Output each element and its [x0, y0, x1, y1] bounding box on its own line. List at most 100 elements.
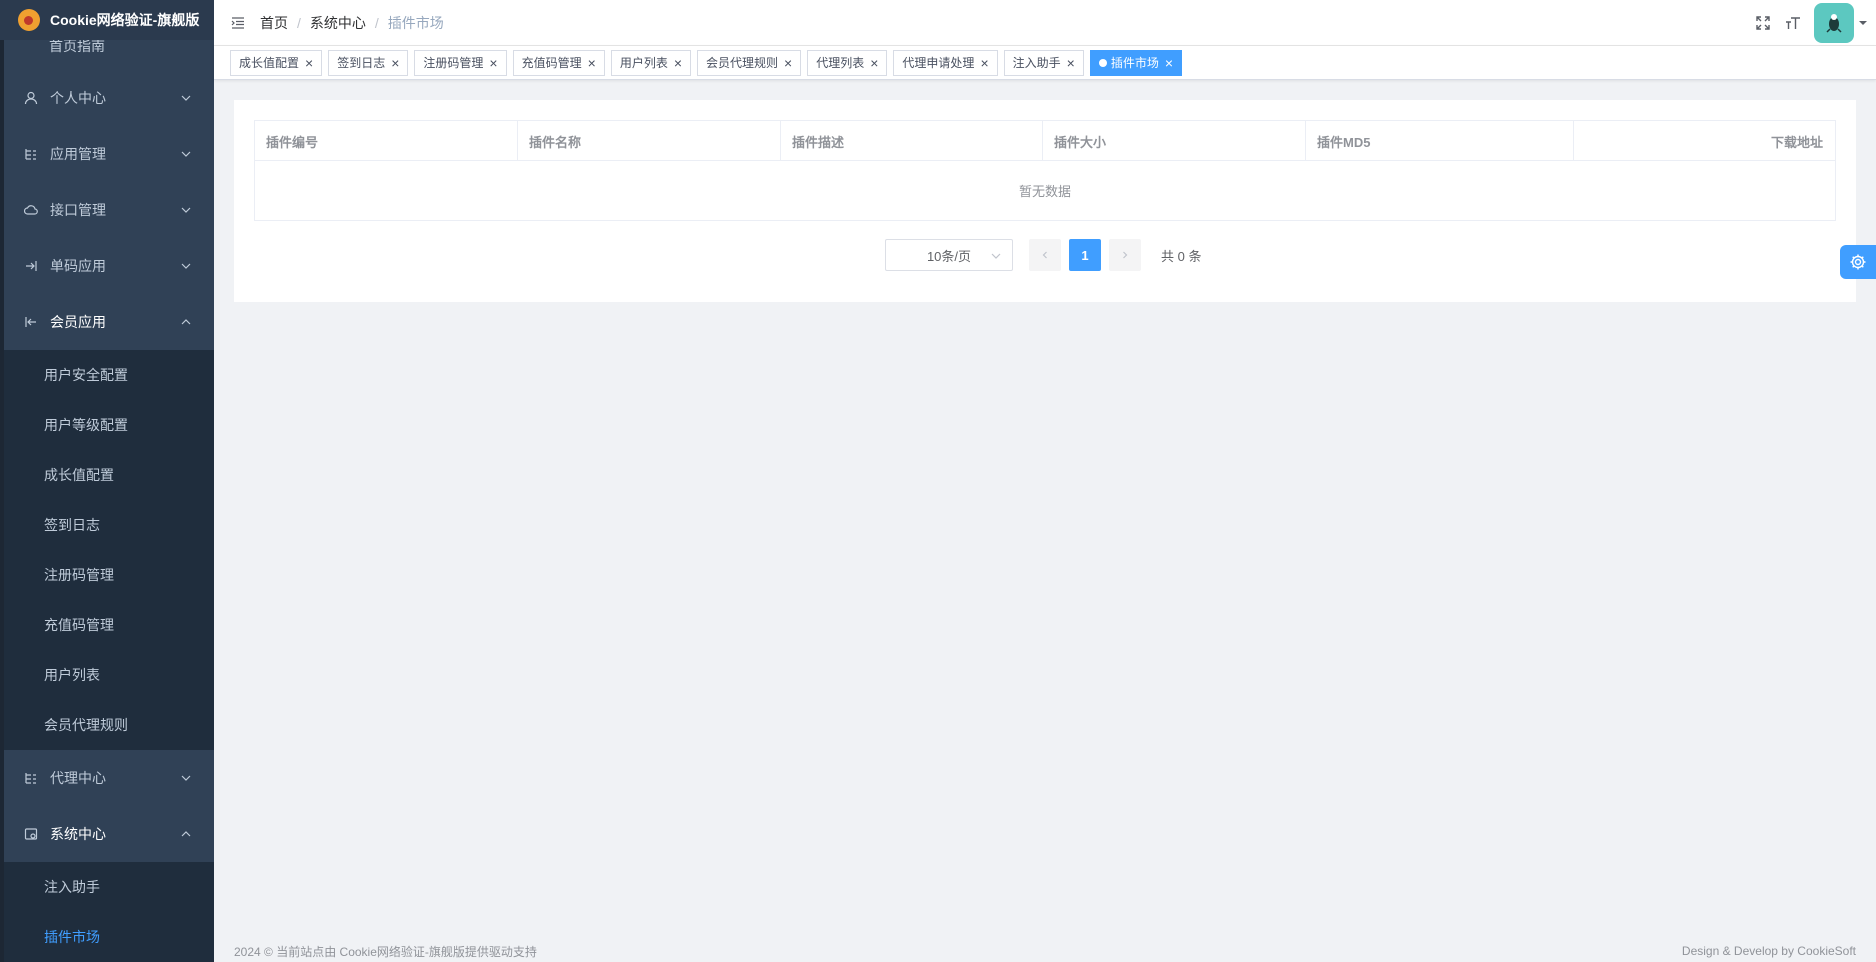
sidebar-item-agent-rules[interactable]: 会员代理规则	[0, 700, 214, 750]
plugin-table: 插件编号 插件名称 插件描述 插件大小 插件MD5 下载地址 暂无数据	[254, 120, 1836, 221]
sidebar-item-recharge-code[interactable]: 充值码管理	[0, 600, 214, 650]
tag-label: 会员代理规则	[706, 56, 779, 70]
tag-inject-helper[interactable]: 注入助手 ×	[1003, 49, 1084, 76]
column-header: 插件名称	[518, 121, 781, 161]
table-header: 插件编号 插件名称 插件描述 插件大小 插件MD5 下载地址	[255, 121, 1835, 161]
close-icon[interactable]: ×	[588, 56, 596, 70]
sidebar-item-label: 接口管理	[50, 202, 106, 218]
sidebar-item-user-list[interactable]: 用户列表	[0, 650, 214, 700]
tag-label: 注册码管理	[423, 56, 484, 70]
column-header: 插件编号	[255, 121, 518, 161]
system-submenu: 注入助手 插件市场	[0, 862, 214, 962]
tag-checkin-log[interactable]: 签到日志 ×	[328, 49, 409, 76]
brand[interactable]: Cookie网络验证-旗舰版	[0, 0, 214, 40]
sidebar-item-inject-helper[interactable]: 注入助手	[0, 862, 214, 912]
close-icon[interactable]: ×	[1067, 56, 1075, 70]
column-header: 插件MD5	[1306, 121, 1574, 161]
empty-state: 暂无数据	[1018, 184, 1071, 199]
footer: 2024 © 当前站点由 Cookie网络验证-旗舰版提供驱动支持 Design…	[214, 940, 1876, 962]
tag-user-list[interactable]: 用户列表 ×	[610, 49, 692, 76]
settings-button[interactable]	[1840, 245, 1876, 279]
column-header: 插件描述	[781, 121, 1043, 161]
exit-icon	[25, 317, 36, 327]
cloud-icon	[24, 205, 38, 215]
fullscreen-icon[interactable]	[1754, 14, 1772, 32]
tree-icon	[25, 149, 36, 160]
chevron-down-icon	[181, 151, 191, 157]
app-title: Cookie网络验证-旗舰版	[50, 12, 200, 28]
tag-agent-list[interactable]: 代理列表 ×	[807, 49, 888, 76]
sidebar-edge	[0, 0, 4, 962]
avatar[interactable]	[1814, 3, 1854, 43]
pagination-controls: 10条/页 1 共 0 条	[885, 239, 1201, 271]
enter-icon	[26, 261, 37, 271]
breadcrumb-home[interactable]: 首页	[260, 13, 288, 33]
footer-credit: Design & Develop by CookieSoft	[1681, 944, 1856, 958]
page-size-value: 10条/页	[926, 248, 972, 264]
close-icon[interactable]: ×	[1165, 56, 1173, 70]
next-page-button[interactable]	[1109, 239, 1141, 271]
sidebar-item-plugin-market[interactable]: 插件市场	[0, 912, 214, 962]
tag-recharge-code[interactable]: 充值码管理 ×	[512, 49, 605, 76]
chevron-left-icon	[1042, 251, 1047, 259]
caret-down-icon[interactable]	[1858, 18, 1868, 28]
tag-label: 注入助手	[1012, 56, 1061, 70]
sidebar-item-label: 首页指南	[49, 40, 105, 54]
close-icon[interactable]: ×	[784, 56, 792, 70]
tag-growth[interactable]: 成长值配置 ×	[230, 49, 323, 76]
breadcrumb-current: 插件市场	[387, 14, 444, 31]
close-icon[interactable]: ×	[870, 56, 878, 70]
system-icon	[24, 828, 38, 840]
sidebar-item-personal-center[interactable]: 个人中心	[0, 70, 214, 126]
breadcrumb-separator: /	[374, 14, 379, 31]
column-header: 插件大小	[1043, 121, 1306, 161]
tag-agent-rules[interactable]: 会员代理规则 ×	[697, 49, 802, 76]
close-icon[interactable]: ×	[980, 56, 988, 70]
sidebar-item-checkin-log[interactable]: 签到日志	[0, 500, 214, 550]
active-dot-icon	[1098, 58, 1107, 67]
gear-icon	[1850, 254, 1866, 270]
tag-label: 代理申请处理	[902, 56, 975, 70]
sidebar-item-growth[interactable]: 成长值配置	[0, 450, 214, 500]
sidebar-item-reg-code[interactable]: 注册码管理	[0, 550, 214, 600]
close-icon[interactable]: ×	[391, 56, 399, 70]
sidebar-item-label: 会员应用	[50, 314, 106, 330]
sidebar-item-user-level[interactable]: 用户等级配置	[0, 400, 214, 450]
sidebar-item-system-center[interactable]: 系统中心	[0, 806, 214, 862]
sidebar-item-single-code[interactable]: 单码应用	[0, 238, 214, 294]
sidebar-item-agent-center[interactable]: 代理中心	[0, 750, 214, 806]
tags-view: 成长值配置 × 签到日志 × 注册码管理 × 充值码管理 × 用户列表 × 会员代理规则 ×…	[214, 46, 1876, 80]
breadcrumb: 首页 / 系统中心 / 插件市场	[260, 13, 444, 33]
tag-plugin-market[interactable]: 插件市场 ×	[1089, 49, 1183, 76]
sidebar-item-label: 单码应用	[50, 258, 106, 274]
tree-icon	[25, 773, 36, 784]
sidebar-item-app-management[interactable]: 应用管理	[0, 126, 214, 182]
chevron-right-icon	[1123, 251, 1128, 259]
prev-page-button[interactable]	[1029, 239, 1061, 271]
page-size-select[interactable]: 10条/页	[885, 239, 1013, 271]
close-icon[interactable]: ×	[674, 56, 682, 70]
hamburger-icon[interactable]	[230, 15, 246, 31]
navbar: 首页 / 系统中心 / 插件市场	[214, 0, 1876, 46]
footer-copyright: 2024 © 当前站点由 Cookie网络验证-旗舰版提供驱动支持	[234, 944, 537, 959]
tag-label: 充值码管理	[521, 56, 582, 70]
sidebar-item-api-management[interactable]: 接口管理	[0, 182, 214, 238]
tag-agent-apply[interactable]: 代理申请处理 ×	[893, 49, 998, 76]
sidebar-item-user-security[interactable]: 用户安全配置	[0, 350, 214, 400]
tag-label: 用户列表	[619, 56, 668, 70]
tag-label: 代理列表	[816, 56, 865, 70]
chevron-down-icon	[181, 263, 191, 269]
tag-reg-code[interactable]: 注册码管理 ×	[414, 49, 507, 76]
pagination: 10条/页 1 共 0 条	[234, 239, 1856, 271]
close-icon[interactable]: ×	[305, 56, 313, 70]
sidebar-item-member-app[interactable]: 会员应用	[0, 294, 214, 350]
sidebar: Cookie网络验证-旗舰版 首页指南 个人中心 应用管理 接口管理 单码应用 …	[0, 0, 214, 962]
font-size-icon[interactable]	[1784, 14, 1802, 32]
chevron-up-icon	[181, 831, 191, 837]
sidebar-item-guide[interactable]: 首页指南	[0, 40, 214, 70]
page-number-button[interactable]: 1	[1069, 239, 1101, 271]
breadcrumb-system-center[interactable]: 系统中心	[310, 13, 366, 33]
close-icon[interactable]: ×	[489, 56, 497, 70]
user-icon	[24, 91, 38, 105]
plugin-market-card: 插件编号 插件名称 插件描述 插件大小 插件MD5 下载地址 暂无数据 10条/…	[234, 100, 1856, 302]
